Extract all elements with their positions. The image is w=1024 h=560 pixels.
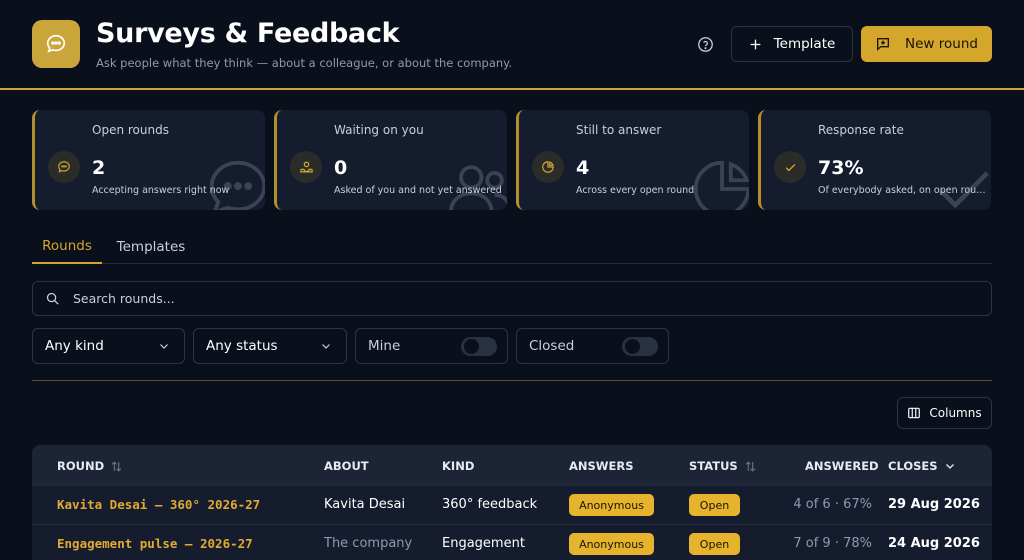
search-box — [32, 281, 992, 316]
kind-cell: 360° feedback — [442, 497, 538, 512]
pie-chart-icon — [532, 151, 564, 183]
round-name[interactable]: Kavita Desai — 360° 2026-27 — [57, 497, 260, 512]
sort-icon — [745, 460, 755, 472]
kind-cell: Engagement — [442, 536, 525, 551]
rounds-table: ROUND ABOUT KIND ANSWERS STATUS ANSWERED… — [32, 445, 992, 560]
table-row[interactable]: Engagement pulse — 2026-27 The company E… — [32, 524, 992, 560]
people-watermark-icon — [449, 165, 507, 210]
columns-button[interactable]: Columns — [897, 397, 992, 429]
status-badge: Open — [689, 494, 740, 516]
round-name[interactable]: Engagement pulse — 2026-27 — [57, 536, 253, 551]
chat-bubble-icon — [48, 151, 80, 183]
new-round-button[interactable]: New round — [861, 26, 992, 62]
stat-value: 0 — [334, 157, 348, 179]
check-icon — [774, 151, 806, 183]
mine-filter: Mine — [355, 328, 508, 364]
help-icon[interactable] — [695, 34, 715, 54]
status-badge: Open — [689, 533, 740, 555]
chat-bubble-watermark-icon — [209, 160, 265, 210]
about-cell: Kavita Desai — [324, 497, 406, 512]
status-filter-select[interactable]: Any status — [193, 328, 347, 364]
column-header-answers[interactable]: ANSWERS — [569, 459, 634, 473]
columns-button-label: Columns — [929, 406, 982, 420]
kind-filter-select[interactable]: Any kind — [32, 328, 185, 364]
chevron-down-icon — [322, 344, 330, 349]
column-header-about[interactable]: ABOUT — [324, 459, 369, 473]
column-header-closes[interactable]: CLOSES — [888, 459, 956, 473]
answers-badge: Anonymous — [569, 533, 654, 555]
mine-toggle[interactable] — [461, 337, 497, 356]
column-header-status[interactable]: STATUS — [689, 459, 757, 473]
tab-templates[interactable]: Templates — [110, 230, 192, 264]
stat-label: Response rate — [818, 123, 904, 137]
closed-filter: Closed — [516, 328, 669, 364]
table-header: ROUND ABOUT KIND ANSWERS STATUS ANSWERED… — [32, 445, 992, 485]
mine-filter-label: Mine — [368, 338, 401, 354]
template-button[interactable]: Template — [731, 26, 853, 62]
stat-card-open-rounds: Open rounds 2 Accepting answers right no… — [32, 110, 265, 210]
stat-card-still-to-answer: Still to answer 4 Across every open roun… — [516, 110, 749, 210]
table-row[interactable]: Kavita Desai — 360° 2026-27 Kavita Desai… — [32, 485, 992, 524]
stat-label: Open rounds — [92, 123, 169, 137]
divider — [32, 380, 992, 381]
closes-cell: 29 Aug 2026 — [888, 497, 980, 512]
chevron-down-icon — [160, 344, 168, 349]
answers-badge: Anonymous — [569, 494, 654, 516]
new-round-button-label: New round — [905, 36, 978, 52]
closed-filter-label: Closed — [529, 338, 575, 354]
stat-card-waiting-on-you: Waiting on you 0 Asked of you and not ye… — [274, 110, 507, 210]
closed-toggle[interactable] — [622, 337, 658, 356]
page-header: Surveys & Feedback Ask people what they … — [0, 0, 1024, 90]
status-filter-value: Any status — [206, 338, 278, 354]
app-logo-icon — [32, 20, 80, 68]
stat-card-response-rate: Response rate 73% Of everybody asked, on… — [758, 110, 991, 210]
columns-icon — [908, 407, 921, 419]
closes-cell: 24 Aug 2026 — [888, 536, 980, 551]
message-plus-icon — [877, 38, 890, 51]
chevron-down-icon — [945, 464, 954, 469]
stat-value: 73% — [818, 157, 864, 179]
stat-label: Waiting on you — [334, 123, 424, 137]
pie-chart-watermark-icon — [693, 160, 749, 210]
tab-bar: Rounds Templates — [32, 230, 992, 264]
sort-icon — [111, 460, 122, 472]
page-title: Surveys & Feedback — [96, 18, 400, 49]
column-header-round[interactable]: ROUND — [57, 459, 123, 473]
about-cell: The company — [324, 536, 413, 551]
check-watermark-icon — [939, 171, 989, 209]
template-button-label: Template — [773, 36, 836, 52]
stat-value: 4 — [576, 157, 590, 179]
plus-icon — [750, 39, 761, 49]
answered-cell: 4 of 6 · 67% — [793, 497, 872, 512]
person-inbox-icon — [290, 151, 322, 183]
stat-value: 2 — [92, 157, 106, 179]
search-input[interactable] — [73, 282, 973, 315]
page-subtitle: Ask people what they think — about a col… — [96, 56, 512, 70]
stat-label: Still to answer — [576, 123, 662, 137]
column-header-kind[interactable]: KIND — [442, 459, 474, 473]
search-icon — [46, 292, 59, 305]
tab-rounds[interactable]: Rounds — [32, 230, 102, 264]
answered-cell: 7 of 9 · 78% — [793, 536, 872, 551]
kind-filter-value: Any kind — [45, 338, 104, 354]
column-header-answered[interactable]: ANSWERED — [805, 459, 879, 473]
